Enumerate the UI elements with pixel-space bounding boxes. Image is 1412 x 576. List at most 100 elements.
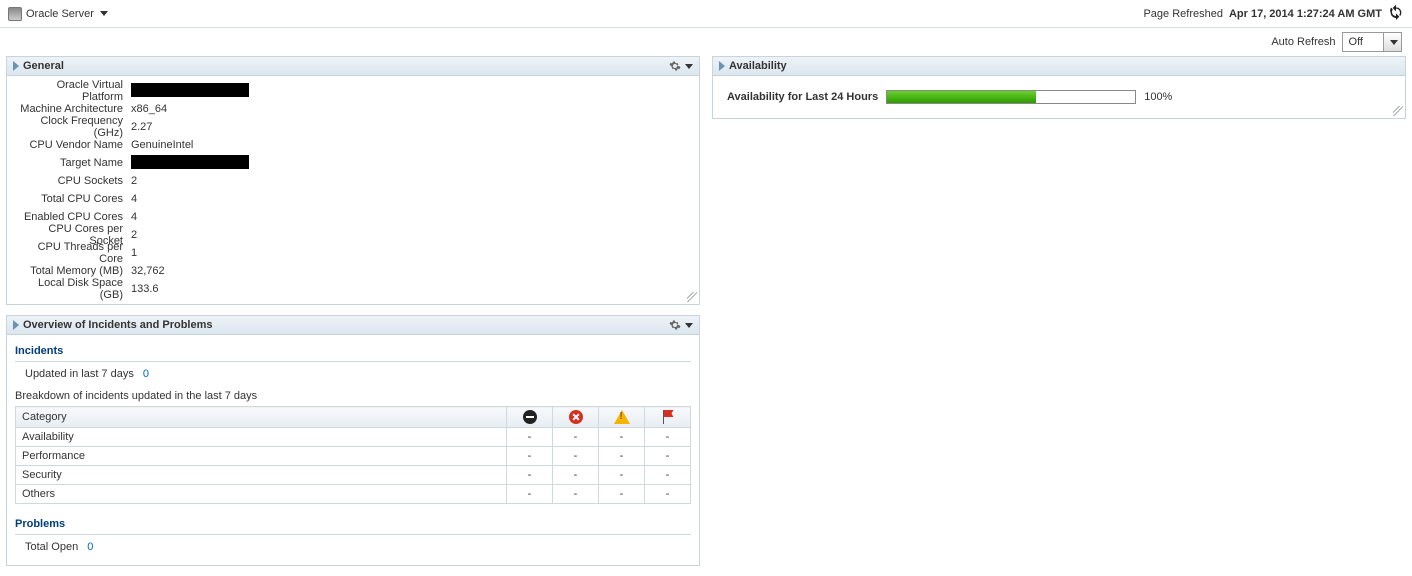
incidents-panel-title: Overview of Incidents and Problems [23,319,213,331]
redacted-value [131,83,249,97]
col-category: Category [16,407,507,428]
panel-settings-button[interactable] [669,60,693,72]
general-row-label: Local Disk Space (GB) [15,277,131,301]
cell-count: - [599,447,645,466]
incidents-heading: Incidents [15,341,691,362]
refresh-button[interactable] [1388,4,1404,23]
server-menu[interactable]: Oracle Server [8,7,108,21]
cell-count: - [645,466,691,485]
resize-grip-icon[interactable] [1393,106,1403,116]
general-row-value: 2 [131,175,137,187]
availability-label: Availability for Last 24 Hours [727,91,878,103]
updated-label: Updated in last 7 days [25,368,134,380]
chevron-down-icon [685,323,693,328]
availability-fill [887,91,1036,103]
incidents-panel: Overview of Incidents and Problems Incid… [6,315,700,566]
cell-count: - [553,466,599,485]
cell-count: - [553,428,599,447]
availability-title: Availability [729,60,787,72]
cell-count: - [553,485,599,504]
cell-category: Security [16,466,507,485]
general-row: CPU Threads per Core1 [15,244,691,262]
general-row-value: 2.27 [131,121,152,133]
general-row-value [131,155,249,172]
problems-heading: Problems [15,514,691,535]
cell-category: Availability [16,428,507,447]
cell-count: - [599,466,645,485]
col-critical [553,407,599,428]
general-row: CPU Sockets2 [15,172,691,190]
general-row-label: CPU Vendor Name [15,139,131,151]
server-icon [8,7,22,21]
collapse-toggle-icon[interactable] [13,61,19,71]
page-refreshed-label: Page Refreshed [1143,8,1223,20]
general-row-label: Enabled CPU Cores [15,211,131,223]
availability-percent: 100% [1144,91,1172,103]
cell-count: - [507,485,553,504]
fatal-icon [523,410,537,424]
general-row-value: 133.6 [131,283,159,295]
table-row: Others---- [16,485,691,504]
general-row: CPU Vendor NameGenuineIntel [15,136,691,154]
cell-count: - [507,428,553,447]
availability-panel: Availability Availability for Last 24 Ho… [712,56,1406,119]
general-row-value: 1 [131,247,137,259]
chevron-down-icon [685,64,693,69]
general-row-value: 2 [131,229,137,241]
general-row: Total CPU Cores4 [15,190,691,208]
critical-icon [569,410,583,424]
availability-bar [886,90,1136,104]
flag-icon [661,410,675,424]
general-row: Local Disk Space (GB)133.6 [15,280,691,298]
cell-category: Others [16,485,507,504]
chevron-down-icon [100,11,108,16]
col-escalated [645,407,691,428]
general-row-value: x86_64 [131,103,167,115]
auto-refresh-label: Auto Refresh [1271,36,1335,48]
general-row-value: 32,762 [131,265,165,277]
cell-count: - [507,466,553,485]
table-row: Availability---- [16,428,691,447]
general-row-label: CPU Sockets [15,175,131,187]
total-open-value-link[interactable]: 0 [87,541,93,553]
refresh-icon [1388,4,1404,20]
cell-count: - [645,428,691,447]
general-row-label: Total CPU Cores [15,193,131,205]
gear-icon [669,319,681,331]
general-row-value [131,83,249,100]
gear-icon [669,60,681,72]
cell-count: - [599,428,645,447]
cell-count: - [645,447,691,466]
panel-settings-button[interactable] [669,319,693,331]
availability-empty [1036,91,1135,103]
table-row: Security---- [16,466,691,485]
general-row: Target Name [15,154,691,172]
general-row: Oracle Virtual Platform [15,82,691,100]
table-row: Performance---- [16,447,691,466]
chevron-down-icon [1383,33,1401,51]
general-row-label: CPU Threads per Core [15,241,131,265]
general-row-label: Total Memory (MB) [15,265,131,277]
collapse-toggle-icon[interactable] [719,61,725,71]
page-refreshed-value: Apr 17, 2014 1:27:24 AM GMT [1229,8,1382,20]
cell-count: - [507,447,553,466]
server-label: Oracle Server [26,8,94,20]
general-row-label: Machine Architecture [15,103,131,115]
general-row-label: Target Name [15,157,131,169]
updated-value-link[interactable]: 0 [143,368,149,380]
general-title: General [23,60,64,72]
general-row-value: 4 [131,211,137,223]
incidents-table: Category Availability----Performance----… [15,406,691,504]
general-row-label: Clock Frequency (GHz) [15,115,131,139]
collapse-toggle-icon[interactable] [13,320,19,330]
auto-refresh-select[interactable]: Off [1342,32,1402,52]
cell-count: - [599,485,645,504]
col-fatal [507,407,553,428]
redacted-value [131,155,249,169]
col-warning [599,407,645,428]
resize-grip-icon[interactable] [687,292,697,302]
general-row-value: GenuineIntel [131,139,193,151]
total-open-label: Total Open [25,541,78,553]
breakdown-caption: Breakdown of incidents updated in the la… [15,390,691,402]
warning-icon [614,410,630,424]
